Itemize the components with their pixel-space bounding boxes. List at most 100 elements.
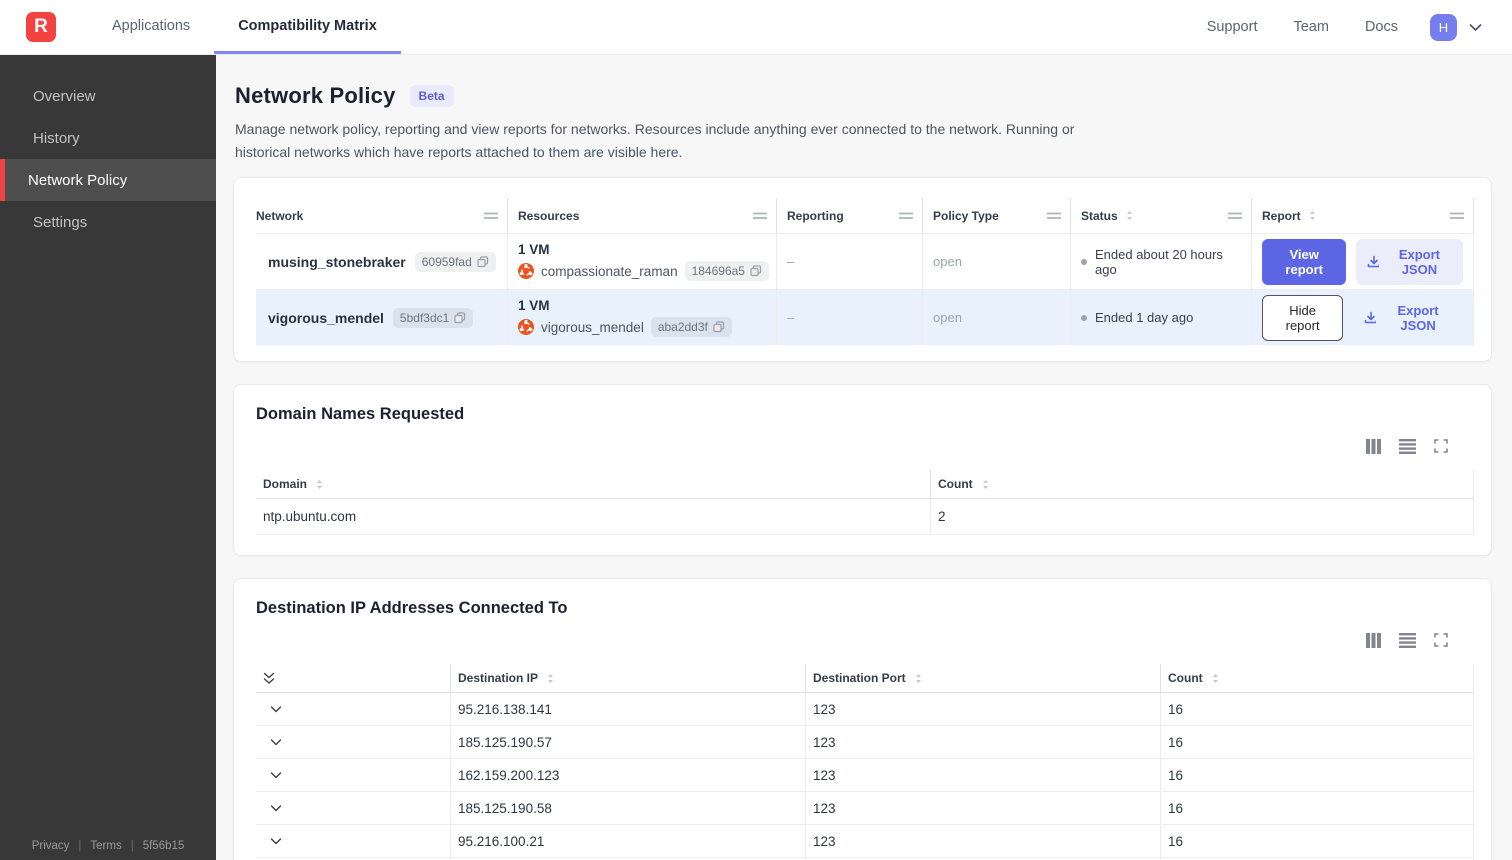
domains-table-header: Domain Count bbox=[256, 470, 1473, 500]
column-header-policy-type[interactable]: Policy Type bbox=[923, 198, 1071, 234]
card-title: Domain Names Requested bbox=[256, 405, 465, 424]
reporting-cell: – bbox=[777, 234, 923, 290]
sort-icon[interactable] bbox=[1210, 673, 1221, 684]
table-row[interactable]: 95.216.100.21 123 16 bbox=[256, 825, 1473, 859]
table-row[interactable]: musing_stonebraker 60959fad 1 VM compass… bbox=[256, 234, 1474, 291]
column-header-destination-port[interactable]: Destination Port bbox=[806, 664, 1161, 693]
destination-port-cell: 123 bbox=[806, 792, 1161, 825]
column-header-status[interactable]: Status bbox=[1071, 198, 1252, 234]
sort-icon[interactable] bbox=[980, 479, 991, 490]
column-header-destination-ip[interactable]: Destination IP bbox=[451, 664, 806, 693]
table-row[interactable]: vigorous_mendel 5bdf3dc1 1 VM vigorous_m… bbox=[256, 290, 1474, 346]
rows-density-icon[interactable] bbox=[1399, 438, 1416, 454]
terms-link[interactable]: Terms bbox=[90, 840, 121, 852]
rows-density-icon[interactable] bbox=[1399, 632, 1416, 648]
table-row[interactable]: 185.125.190.57 123 16 bbox=[256, 726, 1473, 760]
expand-row-cell[interactable] bbox=[256, 792, 451, 825]
expand-row-cell[interactable] bbox=[256, 759, 451, 792]
chevron-down-icon[interactable] bbox=[270, 738, 282, 746]
user-avatar[interactable]: H bbox=[1430, 13, 1457, 41]
export-json-button[interactable]: Export JSON bbox=[1353, 295, 1463, 341]
copy-icon[interactable] bbox=[750, 265, 762, 277]
sidebar-item-settings[interactable]: Settings bbox=[0, 201, 216, 243]
column-resize-icon[interactable] bbox=[752, 210, 768, 221]
column-resize-icon[interactable] bbox=[1227, 210, 1243, 221]
column-resize-icon[interactable] bbox=[483, 210, 499, 221]
column-header-count[interactable]: Count bbox=[1161, 664, 1473, 692]
status-dot bbox=[1081, 314, 1087, 321]
count-cell: 2 bbox=[938, 509, 946, 525]
build-version: 5f56b15 bbox=[142, 840, 185, 852]
nav-link-team[interactable]: Team bbox=[1279, 19, 1342, 35]
page-description: Manage network policy, reporting and vie… bbox=[235, 121, 1075, 160]
column-header-count[interactable]: Count bbox=[931, 470, 1473, 498]
sidebar-footer: Privacy | Terms | 5f56b15 bbox=[0, 840, 216, 852]
column-header-domain[interactable]: Domain bbox=[256, 470, 931, 499]
user-menu-chevron-icon[interactable] bbox=[1465, 19, 1486, 36]
nav-link-docs[interactable]: Docs bbox=[1351, 19, 1412, 35]
network-hash-pill[interactable]: 5bdf3dc1 bbox=[392, 307, 474, 328]
column-header-resources[interactable]: Resources bbox=[508, 198, 777, 234]
footer-divider: | bbox=[78, 840, 82, 852]
expand-all-header[interactable] bbox=[256, 664, 451, 693]
sort-icon[interactable] bbox=[545, 673, 556, 684]
column-header-network[interactable]: Network bbox=[256, 198, 508, 234]
sort-icon[interactable] bbox=[1307, 210, 1318, 221]
fullscreen-icon[interactable] bbox=[1434, 633, 1448, 648]
table-row[interactable]: 185.125.190.58 123 16 bbox=[256, 792, 1473, 826]
report-cell: Hide report Export JSON bbox=[1252, 290, 1474, 346]
table-row[interactable]: 95.216.138.141 123 16 bbox=[256, 693, 1473, 727]
destination-ips-card: Destination IP Addresses Connected To De… bbox=[233, 578, 1492, 860]
column-resize-icon[interactable] bbox=[898, 210, 914, 221]
domains-table: Domain Count ntp.ubuntu.com 2 bbox=[256, 470, 1474, 536]
column-header-report[interactable]: Report bbox=[1252, 198, 1474, 234]
columns-icon[interactable] bbox=[1366, 438, 1381, 454]
network-hash-pill[interactable]: 60959fad bbox=[414, 251, 496, 272]
column-resize-icon[interactable] bbox=[1449, 210, 1465, 221]
destination-ip-cell: 95.216.100.21 bbox=[451, 825, 806, 858]
chevron-down-icon[interactable] bbox=[270, 804, 282, 812]
domain-cell: ntp.ubuntu.com bbox=[256, 499, 931, 535]
chevron-down-icon[interactable] bbox=[270, 705, 282, 713]
column-header-reporting[interactable]: Reporting bbox=[777, 198, 923, 234]
chevron-down-icon[interactable] bbox=[270, 837, 282, 845]
download-icon bbox=[1364, 312, 1377, 324]
destination-port-cell: 123 bbox=[806, 693, 1161, 726]
sort-icon[interactable] bbox=[314, 479, 325, 490]
expand-row-cell[interactable] bbox=[256, 726, 451, 759]
destination-ip-cell: 95.216.138.141 bbox=[451, 693, 806, 726]
tab-compatibility-matrix[interactable]: Compatibility Matrix bbox=[214, 0, 401, 54]
double-chevron-down-icon[interactable] bbox=[263, 672, 275, 685]
page-title: Network Policy bbox=[235, 83, 396, 108]
hide-report-button[interactable]: Hide report bbox=[1262, 294, 1344, 341]
resource-name: compassionate_raman bbox=[541, 263, 678, 279]
resource-hash-pill[interactable]: 184696a5 bbox=[684, 261, 769, 282]
table-row[interactable]: 162.159.200.123 123 16 bbox=[256, 759, 1473, 793]
copy-icon[interactable] bbox=[477, 256, 489, 268]
column-resize-icon[interactable] bbox=[1046, 210, 1062, 221]
logo-letter: R bbox=[34, 16, 48, 37]
resource-hash-pill[interactable]: aba2dd3f bbox=[650, 317, 732, 338]
app-logo[interactable]: R bbox=[26, 12, 56, 42]
domain-names-card: Domain Names Requested Domain Count ntp.… bbox=[233, 384, 1492, 557]
sidebar-items: Overview History Network Policy Settings bbox=[0, 55, 216, 243]
expand-row-cell[interactable] bbox=[256, 693, 451, 726]
tab-applications[interactable]: Applications bbox=[88, 0, 214, 54]
nav-link-support[interactable]: Support bbox=[1193, 19, 1272, 35]
ubuntu-icon bbox=[518, 319, 534, 336]
copy-icon[interactable] bbox=[713, 321, 725, 333]
expand-row-cell[interactable] bbox=[256, 825, 451, 858]
export-json-button[interactable]: Export JSON bbox=[1356, 238, 1463, 285]
sidebar-item-overview[interactable]: Overview bbox=[0, 75, 216, 117]
sort-icon[interactable] bbox=[913, 673, 924, 684]
privacy-link[interactable]: Privacy bbox=[32, 840, 70, 852]
sidebar-item-history[interactable]: History bbox=[0, 117, 216, 159]
chevron-down-icon[interactable] bbox=[270, 771, 282, 779]
fullscreen-icon[interactable] bbox=[1434, 439, 1448, 454]
view-report-button[interactable]: View report bbox=[1262, 238, 1347, 285]
table-row[interactable]: ntp.ubuntu.com 2 bbox=[256, 499, 1473, 536]
copy-icon[interactable] bbox=[454, 312, 466, 324]
sort-icon[interactable] bbox=[1124, 210, 1135, 221]
sidebar-item-network-policy[interactable]: Network Policy bbox=[0, 159, 216, 201]
columns-icon[interactable] bbox=[1366, 632, 1381, 648]
